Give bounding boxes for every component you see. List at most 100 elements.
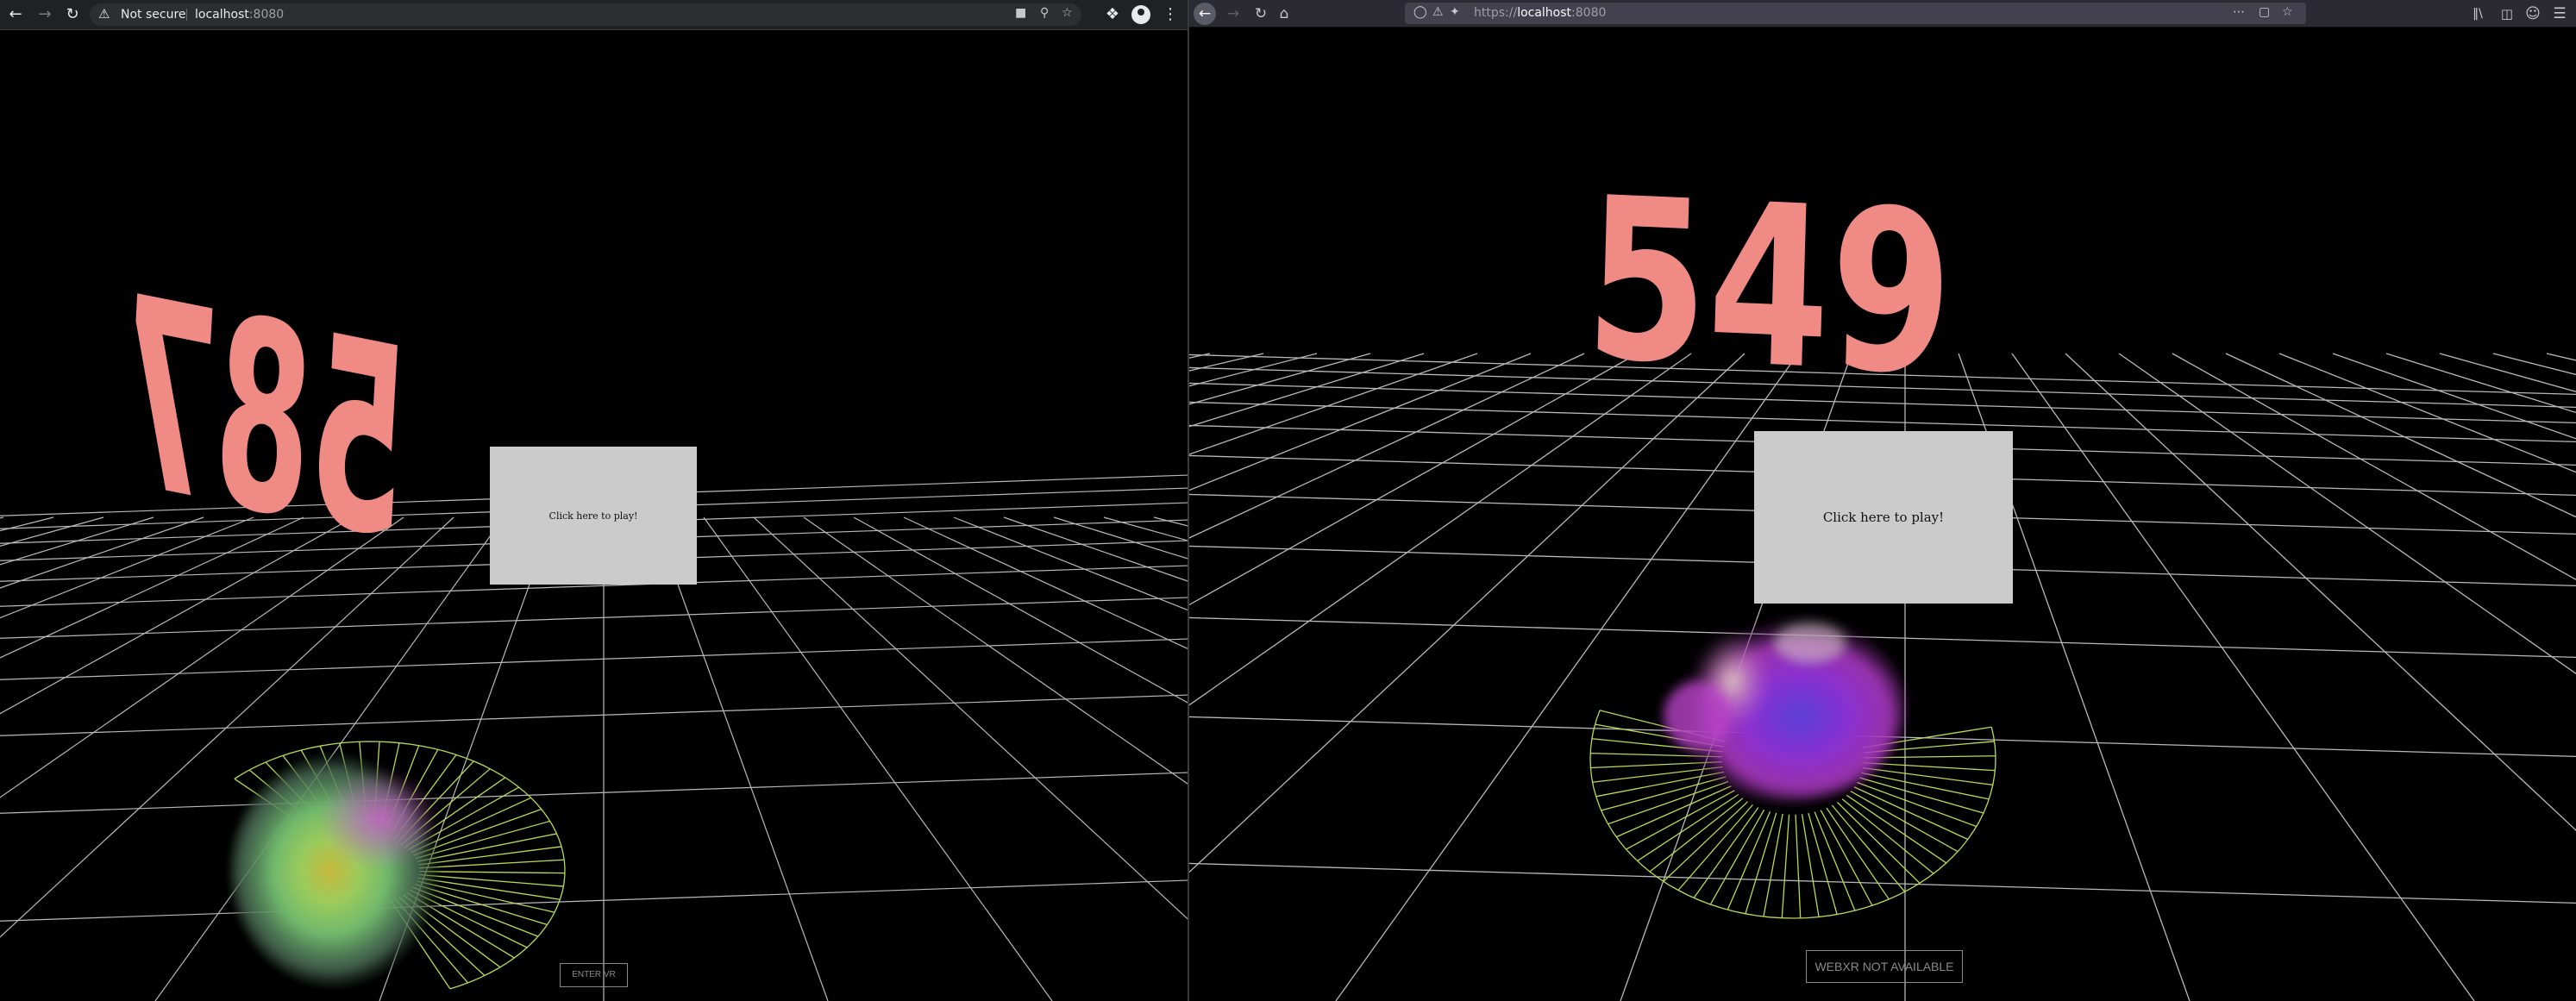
pocket-icon[interactable]: ▢: [2259, 5, 2270, 19]
score-display: 549: [1583, 149, 1956, 425]
enter-vr-button[interactable]: ENTER VR: [560, 963, 628, 987]
sidebar-icon[interactable]: ◫: [2496, 3, 2518, 25]
grid-column-line: [1189, 353, 1692, 706]
grid-column-line: [1189, 353, 1639, 606]
grid-column-line: [1189, 353, 1318, 387]
insecure-lock-icon[interactable]: ⚠: [1432, 5, 1444, 19]
aura-ray: [1795, 814, 1802, 918]
reload-icon[interactable]: ↻: [62, 4, 83, 25]
grid-row-line: [0, 772, 1188, 814]
zoom-icon[interactable]: ⚲: [1040, 6, 1049, 20]
score-display-mirrored: 587: [112, 241, 414, 600]
grid-column-line: [1189, 353, 1585, 539]
extensions-puzzle-icon[interactable]: ❖: [1102, 4, 1123, 25]
grid-column-line: [2546, 353, 2576, 361]
firefox-window: ← → ↻ ⌂ ◯ ⚠ ✦ https://localhost:8080 ⋯ ▢…: [1189, 0, 2576, 1001]
grid-column-line: [2172, 353, 2576, 581]
url-port: :8080: [248, 8, 285, 22]
tracking-shield-icon[interactable]: ◯: [1413, 5, 1427, 19]
grid-column-line: [803, 516, 1188, 785]
aura-ray: [419, 871, 565, 874]
grid-column-line: [0, 516, 104, 547]
back-arrow-icon[interactable]: ←: [1194, 3, 1216, 25]
address-bar[interactable]: ⚠ Not secure localhost:8080 ■ ⚲ ☆: [90, 3, 1081, 26]
grid-column-line: [753, 516, 1188, 920]
url-scheme: https://: [1474, 6, 1518, 20]
aura-ray: [419, 859, 565, 869]
grid-column-line: [0, 516, 204, 589]
url-host: localhost: [195, 8, 249, 22]
bookmark-star-icon[interactable]: ☆: [1062, 6, 1073, 20]
library-icon[interactable]: ‖\: [2466, 3, 2489, 25]
grid-column-line: [653, 516, 829, 1001]
grid-column-line: [1103, 516, 1188, 541]
grid-column-line: [1189, 353, 1746, 873]
aura-ray: [1808, 813, 1838, 915]
aura-ray: [418, 846, 562, 866]
reload-icon[interactable]: ↻: [1250, 3, 1272, 25]
back-arrow-icon[interactable]: ←: [5, 4, 26, 25]
aura-ray: [417, 877, 561, 900]
aura-ray: [1745, 812, 1777, 915]
grid-column-line: [903, 516, 1188, 649]
aura-ray: [1861, 772, 1990, 800]
aura-ray: [1608, 780, 1729, 825]
grid-column-line: [1003, 516, 1188, 582]
address-bar[interactable]: ◯ ⚠ ✦ https://localhost:8080 ⋯ ▢ ☆: [1405, 3, 2306, 24]
grid-row-line: [0, 597, 1188, 639]
grid-column-line: [1189, 353, 1478, 455]
camera-blocked-icon[interactable]: ■: [1015, 6, 1026, 20]
aura-ray: [1801, 814, 1820, 917]
aura-ray: [1637, 793, 1739, 862]
grid-column-line: [1189, 353, 1371, 405]
url-port: :8080: [1571, 6, 1607, 20]
player-orb: [229, 754, 440, 987]
grid-column-line: [0, 516, 54, 532]
grid-column-line: [2439, 353, 2576, 392]
not-secure-label: Not secure: [121, 8, 186, 22]
grid-column-line: [1153, 516, 1188, 527]
chrome-toolbar: ← → ↻ ⚠ Not secure localhost:8080 ■ ⚲ ☆ …: [0, 0, 1188, 30]
grid-column-line: [2065, 353, 2576, 831]
account-icon[interactable]: ☺: [2522, 3, 2544, 25]
player-orb: [1664, 612, 1905, 802]
grid-column-line: [2492, 353, 2576, 376]
grid-row-line: [0, 694, 1188, 736]
aura-ray: [1853, 786, 1969, 841]
grid-row-line: [1189, 862, 2576, 904]
aura-ray: [1859, 777, 1984, 814]
aura-ray: [1863, 766, 1993, 786]
aura-ray: [1846, 794, 1947, 864]
aura-ray: [1709, 809, 1765, 905]
aura-ray: [1863, 762, 1996, 772]
forward-arrow-icon[interactable]: →: [34, 4, 55, 25]
grid-column-line: [2118, 353, 2576, 675]
menu-kebab-icon[interactable]: ⋮: [1160, 4, 1181, 25]
hamburger-menu-icon[interactable]: ☰: [2548, 3, 2571, 25]
url-text: https://localhost:8080: [1474, 6, 1606, 20]
grid-column-line: [1053, 516, 1188, 560]
home-icon[interactable]: ⌂: [1273, 3, 1295, 25]
aura-ray: [418, 873, 564, 887]
aura-ray: [1649, 798, 1744, 873]
forward-arrow-icon[interactable]: →: [1222, 3, 1244, 25]
url-text: localhost:8080: [195, 8, 284, 22]
grid-column-line: [0, 516, 4, 519]
webxr-status-button[interactable]: WEBXR NOT AVAILABLE: [1806, 950, 1963, 983]
grid-column-line: [2332, 353, 2576, 440]
permissions-icon[interactable]: ✦: [1450, 5, 1460, 19]
chrome-window: ← → ↻ ⚠ Not secure localhost:8080 ■ ⚲ ☆ …: [0, 0, 1188, 1001]
firefox-toolbar: ← → ↻ ⌂ ◯ ⚠ ✦ https://localhost:8080 ⋯ ▢…: [1189, 0, 2576, 28]
play-button[interactable]: Click here to play!: [1754, 431, 2013, 604]
aura-ray: [1615, 785, 1732, 838]
page-actions-icon[interactable]: ⋯: [2233, 5, 2245, 19]
aura-ray: [1693, 807, 1759, 898]
score-text: 549: [1583, 149, 1956, 425]
profile-avatar-icon[interactable]: [1131, 5, 1150, 24]
grid-column-line: [1189, 353, 1425, 428]
bookmark-star-icon[interactable]: ☆: [2282, 5, 2293, 19]
url-host: localhost: [1517, 6, 1572, 20]
grid-column-line: [2385, 353, 2576, 414]
grid-column-line: [703, 516, 1053, 1001]
play-button[interactable]: Click here to play!: [490, 447, 697, 585]
